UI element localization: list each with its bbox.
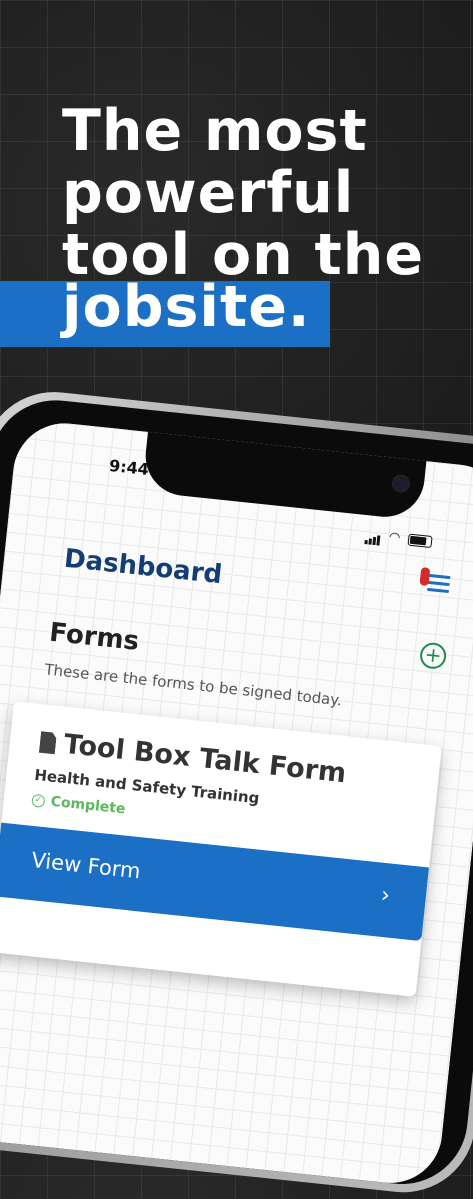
status-time: 9:44 [108,455,150,480]
camera-icon [391,473,411,494]
wifi-icon: ◠ [388,529,402,546]
form-card[interactable]: Tool Box Talk Form Health and Safety Tra… [0,701,442,997]
view-form-button[interactable]: View Form › [0,822,429,942]
add-icon: + [423,641,443,668]
headline-line-2: powerful [62,160,355,226]
phone-bezel: 9:44 ◠ Dashboard Forms + These are the f… [0,393,473,1191]
phone-screen: 9:44 ◠ Dashboard Forms + These are the f… [0,418,473,1189]
add-form-button[interactable]: + [418,641,448,671]
page-title: Dashboard [62,543,224,591]
menu-icon-line [427,580,450,587]
document-icon [39,731,57,755]
headline-line-1: The most [62,98,368,164]
menu-button[interactable] [419,567,455,599]
battery-icon [407,533,433,548]
chevron-right-icon: › [379,882,392,909]
notch [141,431,427,521]
status-icons: ◠ [364,525,433,551]
status-badge: ✓ Complete [31,792,127,818]
status-label: Complete [49,793,127,818]
signal-icon [364,525,382,546]
menu-icon [428,573,451,580]
check-circle-icon: ✓ [31,793,46,808]
forms-subtitle: These are the forms to be signed today. [43,660,343,710]
menu-icon-line [426,587,450,594]
forms-heading: Forms [47,617,141,657]
view-form-label: View Form [30,848,142,884]
headline: The most powerful tool on the [62,100,424,286]
phone-mockup: 9:44 ◠ Dashboard Forms + These are the f… [0,385,473,1199]
headline-line-4: jobsite. [62,274,311,340]
